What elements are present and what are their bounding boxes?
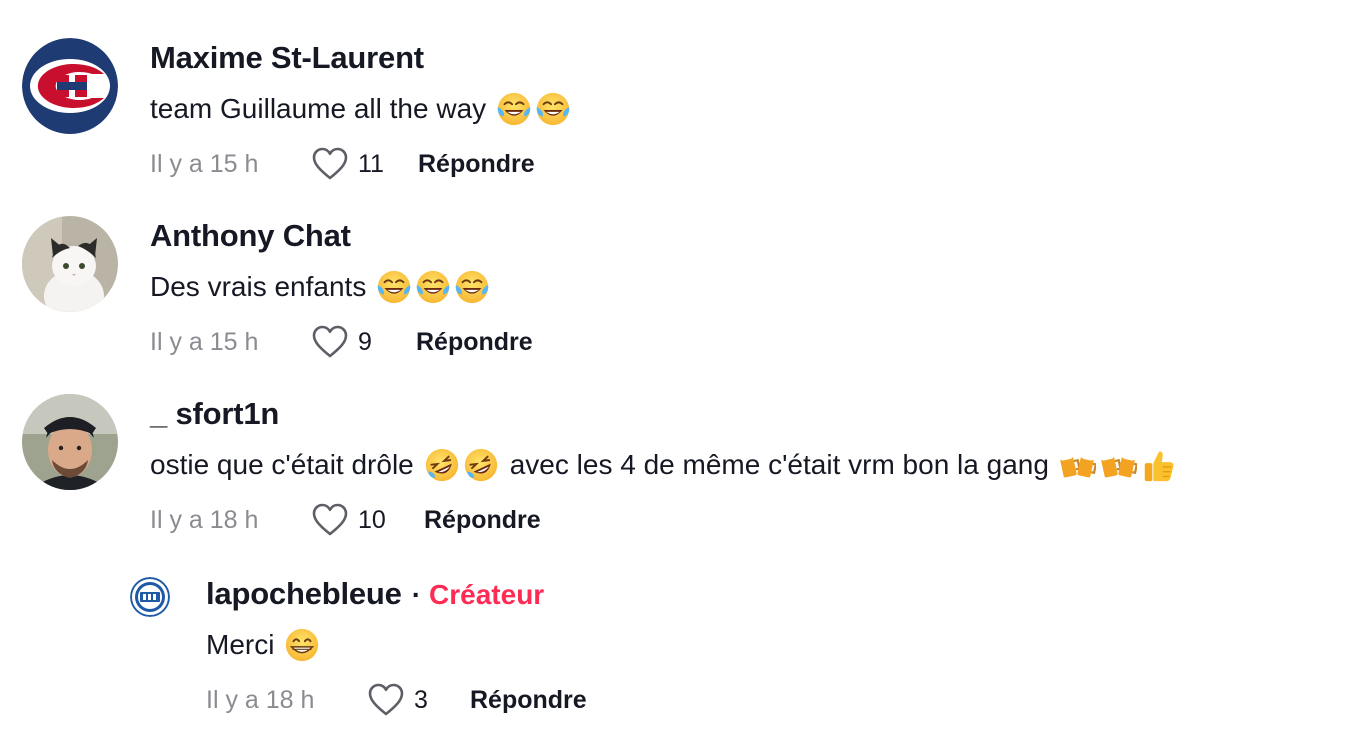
avatar[interactable] <box>22 216 118 312</box>
heart-icon[interactable] <box>312 147 348 181</box>
comment-text: Des vrais enfants <box>150 271 367 302</box>
comment-text: team Guillaume all the way <box>150 93 487 124</box>
rofl-emoji <box>423 446 461 484</box>
username[interactable]: Anthony Chat <box>150 218 351 254</box>
timestamp: Il y a 15 h <box>150 149 259 178</box>
avatar[interactable] <box>22 38 118 134</box>
like-count: 11 <box>358 149 384 178</box>
creator-logo-avatar <box>130 577 170 617</box>
timestamp: Il y a 15 h <box>150 327 259 356</box>
like-count: 3 <box>414 685 428 714</box>
heart-icon[interactable] <box>368 683 404 717</box>
rofl-emoji <box>462 446 500 484</box>
like-count: 10 <box>358 505 386 534</box>
username[interactable]: Maxime St-Laurent <box>150 40 424 76</box>
avatar[interactable] <box>22 394 118 490</box>
timestamp: Il y a 18 h <box>206 685 315 714</box>
avatar[interactable] <box>130 577 170 617</box>
joy-emoji <box>414 268 452 306</box>
thumbs-up-emoji <box>1140 446 1178 484</box>
cat-photo-avatar <box>22 216 118 312</box>
heart-icon[interactable] <box>312 325 348 359</box>
beers-emoji <box>1058 446 1096 484</box>
reply-button[interactable]: Répondre <box>418 150 535 179</box>
beers-emoji <box>1099 446 1137 484</box>
comment-text: Merci <box>206 629 275 660</box>
username[interactable]: lapochebleue <box>206 576 402 612</box>
like-button[interactable]: 11 <box>312 147 414 181</box>
creator-badge: Créateur <box>429 579 545 610</box>
heart-icon[interactable] <box>312 503 348 537</box>
separator-dot: · <box>411 579 422 610</box>
like-button[interactable]: 10 <box>312 503 414 537</box>
man-photo-avatar <box>22 394 118 490</box>
grin-emoji <box>283 626 321 664</box>
timestamp: Il y a 18 h <box>150 505 259 534</box>
reply-button[interactable]: Répondre <box>424 506 541 535</box>
username[interactable]: _ sfort1n <box>150 396 279 432</box>
joy-emoji <box>495 90 533 128</box>
comment-text: ostie que c'était drôle <box>150 449 414 480</box>
like-count: 9 <box>358 327 372 356</box>
like-button[interactable]: 3 <box>368 683 470 717</box>
joy-emoji <box>375 268 413 306</box>
hockey-team-logo-avatar <box>22 38 118 134</box>
like-button[interactable]: 9 <box>312 325 414 359</box>
comment-text: avec les 4 de même c'était vrm bon la ga… <box>509 449 1049 480</box>
reply-button[interactable]: Répondre <box>416 328 533 357</box>
joy-emoji <box>534 90 572 128</box>
reply-button[interactable]: Répondre <box>470 686 587 715</box>
joy-emoji <box>453 268 491 306</box>
